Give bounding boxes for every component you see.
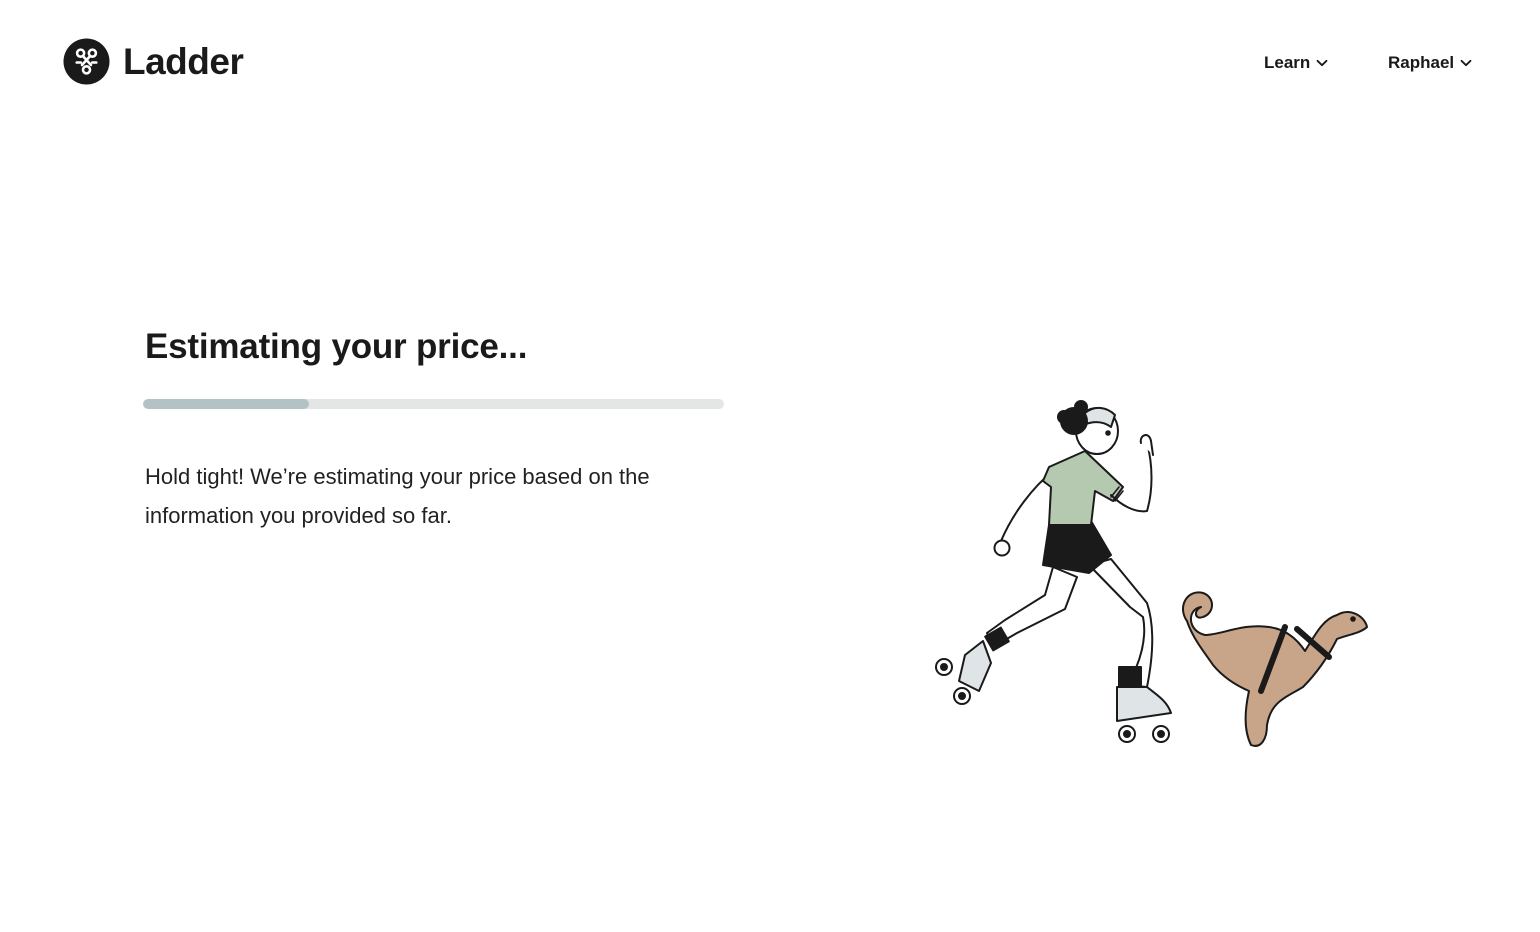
user-menu-label: Raphael [1388,53,1455,72]
roller-skater-and-dog-illustration [935,400,1368,747]
chevron-down-icon [1460,59,1472,67]
brand-name: Ladder [123,41,244,82]
progress-bar-fill [143,399,309,409]
brand-logo-link[interactable]: Ladder [63,38,244,85]
learn-menu[interactable]: Learn [1264,50,1328,76]
loading-description: Hold tight! We’re estimating your price … [145,464,650,528]
learn-menu-label: Learn [1264,53,1311,72]
user-menu[interactable]: Raphael [1388,50,1472,76]
site-header: Ladder Learn Raphael [0,0,1540,126]
progress-bar [143,399,724,409]
ladder-logo-icon [63,38,110,85]
chevron-down-icon [1316,59,1328,67]
page-title: Estimating your price... [145,327,528,366]
